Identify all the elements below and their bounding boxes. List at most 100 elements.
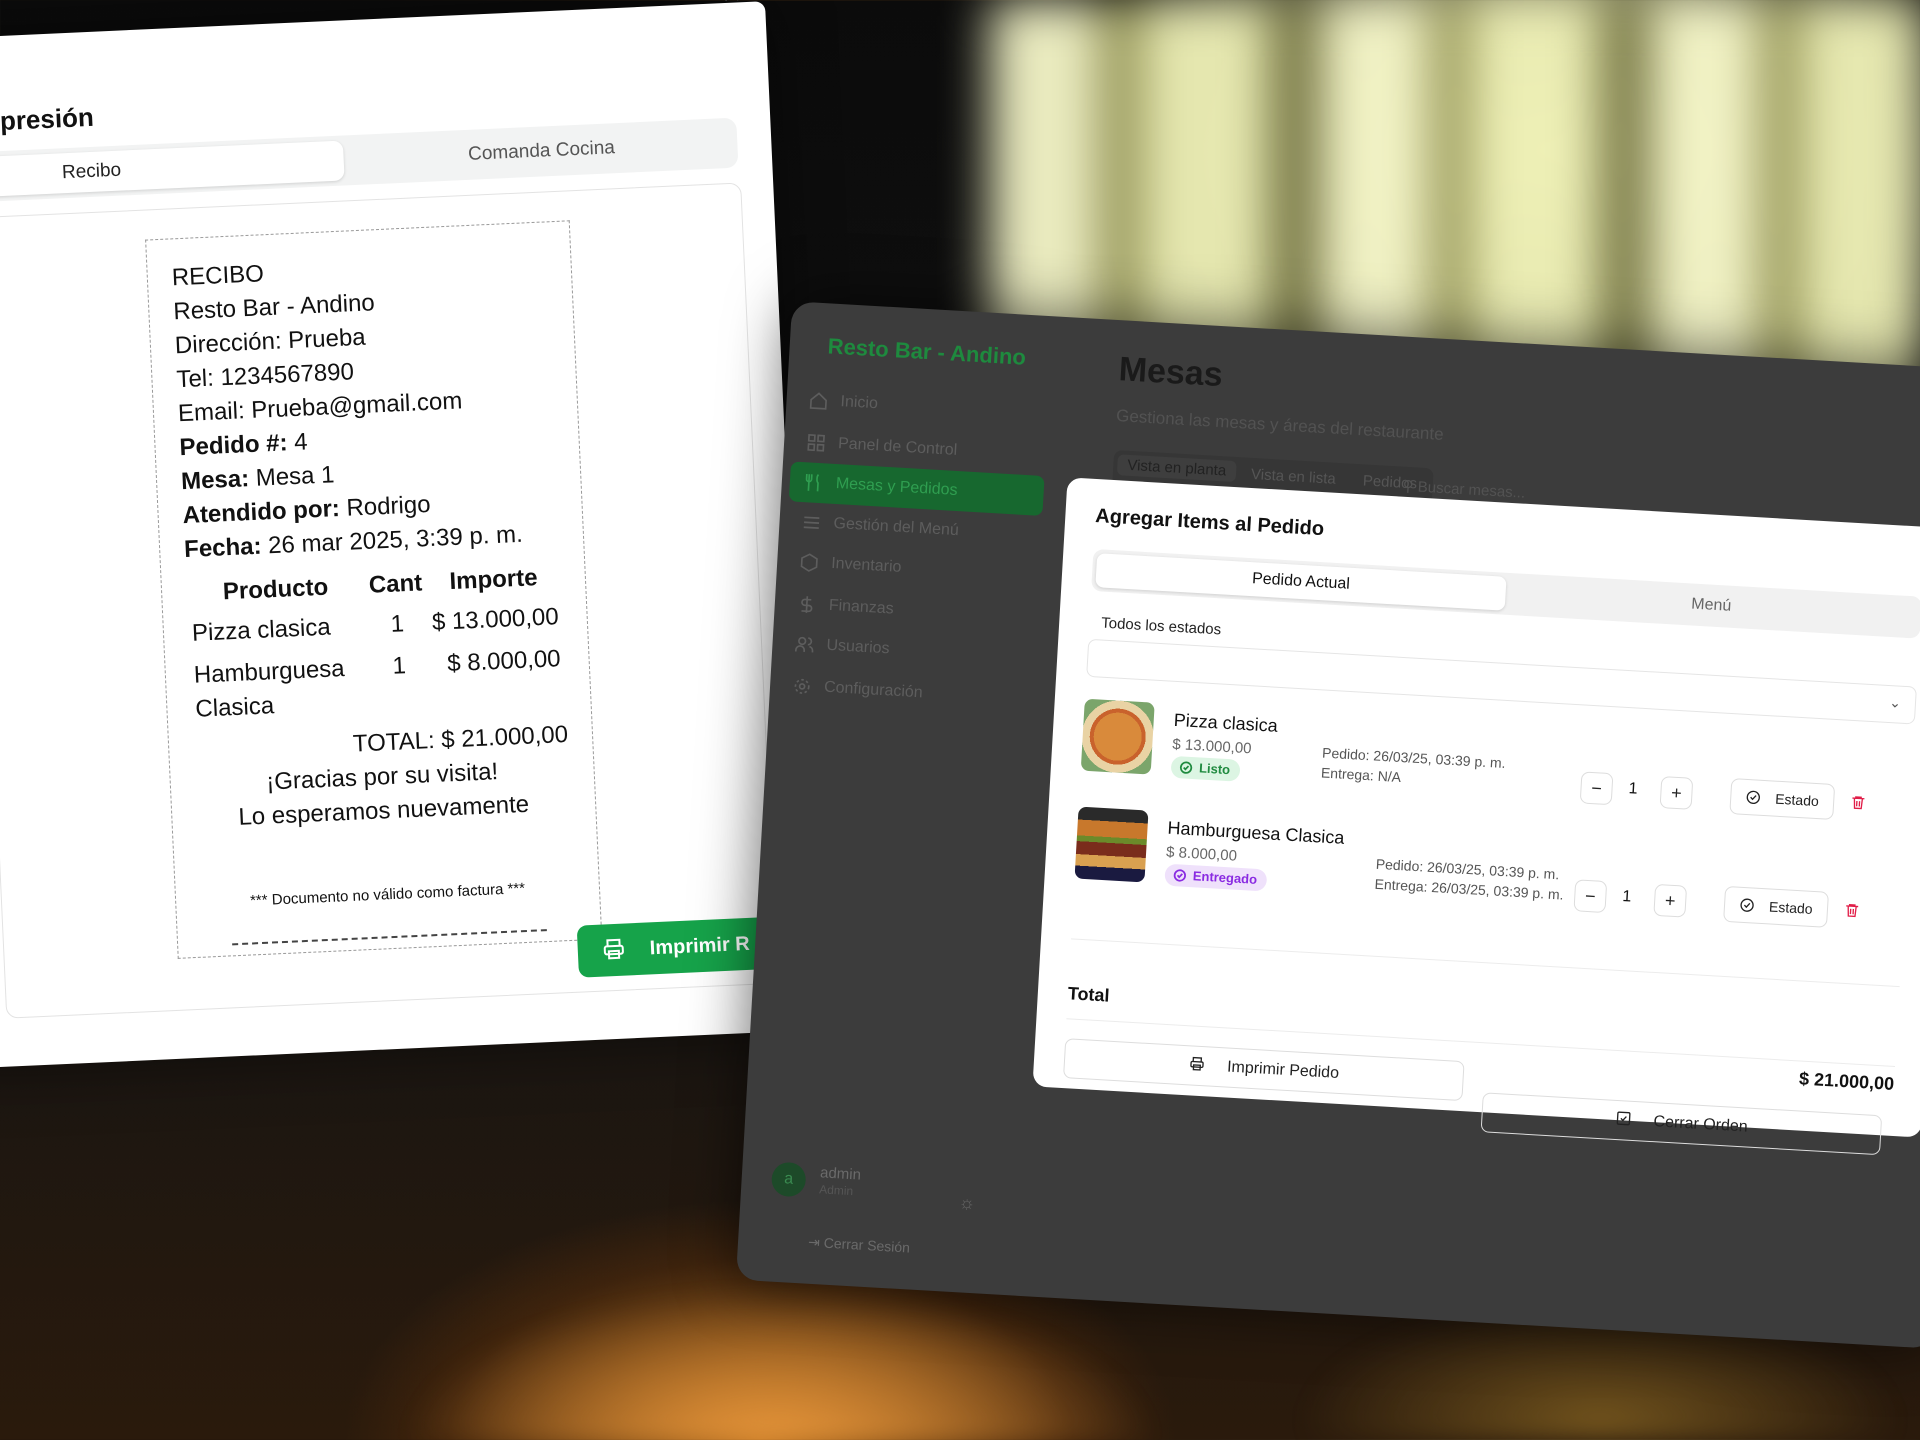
printer-icon xyxy=(1190,1056,1204,1071)
item-name: Hamburguesa Clasica xyxy=(1167,817,1345,848)
sidebar: Resto Bar - Andino Inicio Panel de Contr… xyxy=(736,301,1062,1295)
page-title: Mesas xyxy=(1117,350,1224,395)
table-row: Hamburguesa Clasica 1 $ 8.000,00 xyxy=(189,638,567,731)
column-header: Importe xyxy=(448,564,539,596)
table-value: Mesa 1 xyxy=(255,461,335,492)
receipt-cut-line xyxy=(232,929,547,946)
estado-label: Estado xyxy=(1768,898,1814,917)
burger-thumbnail xyxy=(1074,806,1149,883)
search-icon: ⚲ xyxy=(1402,477,1415,496)
sidebar-item-label: Configuración xyxy=(823,678,924,702)
tab-pedido-actual[interactable]: Pedido Actual xyxy=(1095,553,1507,611)
user-profile[interactable]: a admin Admin xyxy=(770,1161,861,1198)
logout-button[interactable]: ⇥ Cerrar Sesión xyxy=(808,1234,911,1257)
users-icon xyxy=(794,636,814,653)
increment-button[interactable]: + xyxy=(1653,883,1688,918)
receipt-disclaimer: *** Documento no válido como factura *** xyxy=(249,880,526,910)
waiter-label: Atendido por: xyxy=(182,495,341,530)
sidebar-item-label: Gestión del Menú xyxy=(833,514,960,540)
check-circle-icon xyxy=(1179,761,1193,774)
sidebar-item-label: Inventario xyxy=(830,554,902,576)
trash-icon[interactable] xyxy=(1843,901,1860,920)
user-name: admin xyxy=(819,1164,862,1184)
sidebar-item-label: Finanzas xyxy=(828,596,895,618)
order-value: 4 xyxy=(293,428,309,457)
status-label: Entregado xyxy=(1192,868,1258,887)
total-label: Total xyxy=(1067,983,1111,1006)
increment-button[interactable]: + xyxy=(1659,776,1694,810)
check-circle-icon xyxy=(1746,790,1760,805)
estado-button[interactable]: Estado xyxy=(1723,885,1829,928)
print-order-label: Imprimir Pedido xyxy=(1226,1058,1340,1082)
qty-cell: 1 xyxy=(390,610,405,638)
total-value: $ 21.000,00 xyxy=(440,720,569,754)
item-dates: Pedido: 26/03/25, 03:39 p. m. Entrega: N… xyxy=(1320,742,1506,793)
tab-menu[interactable]: Menú xyxy=(1511,577,1912,634)
print-dialog: × Impresión Recibo Comanda Cocina RECIBO… xyxy=(0,0,812,1070)
print-order-button[interactable]: Imprimir Pedido xyxy=(1062,1038,1465,1102)
product-cell: Hamburguesa Clasica xyxy=(193,654,346,723)
trash-icon[interactable] xyxy=(1850,793,1867,812)
home-icon xyxy=(809,392,827,410)
close-icon[interactable]: × xyxy=(720,0,743,9)
order-label: Pedido #: xyxy=(178,429,289,462)
estado-label: Estado xyxy=(1774,790,1820,810)
amount-cell: $ 8.000,00 xyxy=(446,645,562,678)
total-label: TOTAL: xyxy=(352,726,436,758)
table-label: Mesa: xyxy=(180,465,250,496)
decrement-button[interactable]: − xyxy=(1573,879,1608,914)
sidebar-item-label: Panel de Control xyxy=(837,435,958,459)
page-subtitle: Gestiona las mesas y áreas del restauran… xyxy=(1115,406,1445,444)
qty-cell: 1 xyxy=(391,652,407,680)
logout-label: Cerrar Sesión xyxy=(823,1234,911,1256)
user-role: Admin xyxy=(818,1182,854,1199)
item-name: Pizza clasica xyxy=(1173,709,1279,736)
tab-vista-lista[interactable]: Vista en lista xyxy=(1251,466,1337,488)
logout-icon: ⇥ xyxy=(807,1233,821,1251)
dollar-icon xyxy=(801,596,813,613)
column-header: Cant xyxy=(368,569,423,599)
modal-title: Agregar Items al Pedido xyxy=(1094,505,1325,541)
sidebar-item-label: Inicio xyxy=(840,393,879,413)
quantity-value: 1 xyxy=(1628,780,1638,798)
sidebar-item-label: Usuarios xyxy=(826,636,891,658)
tab-recibo[interactable]: Recibo xyxy=(0,140,345,198)
status-badge: Entregado xyxy=(1164,863,1268,892)
item-dates: Pedido: 26/03/25, 03:39 p. m. Entrega: 2… xyxy=(1374,854,1565,905)
gear-icon xyxy=(794,678,810,694)
receipt-table-items: Producto Cant Importe Pizza clasica 1 $ … xyxy=(185,558,567,731)
close-order-label: Cerrar Orden xyxy=(1653,1113,1749,1136)
print-button-label: Imprimir R xyxy=(649,932,751,960)
add-items-modal: Agregar Items al Pedido × Pedido Actual … xyxy=(1032,477,1920,1156)
decrement-button[interactable]: − xyxy=(1579,771,1614,806)
date-label: Fecha: xyxy=(183,532,263,564)
status-label: Listo xyxy=(1198,760,1231,778)
utensils-icon xyxy=(805,473,820,492)
box-icon xyxy=(800,553,818,572)
grid-icon xyxy=(807,434,825,452)
sidebar-item-label: Mesas y Pedidos xyxy=(835,475,958,500)
app-window: Resto Bar - Andino Inicio Panel de Contr… xyxy=(735,301,1920,1349)
check-square-icon xyxy=(1616,1111,1631,1126)
item-price: $ 8.000,00 xyxy=(1165,843,1238,865)
tab-vista-planta[interactable]: Vista en planta xyxy=(1116,454,1237,483)
item-price: $ 13.000,00 xyxy=(1171,735,1252,758)
check-circle-icon xyxy=(1740,898,1754,912)
date-value: 26 mar 2025, 3:39 p. m. xyxy=(267,520,524,560)
close-order-button[interactable]: Cerrar Orden xyxy=(1480,1092,1883,1156)
tab-comanda-cocina[interactable]: Comanda Cocina xyxy=(351,123,732,180)
brand-title: Resto Bar - Andino xyxy=(827,333,1027,370)
dialog-title: Impresión xyxy=(0,101,95,138)
avatar: a xyxy=(770,1161,807,1198)
receipt-preview: RECIBO Resto Bar - Andino Dirección: Pru… xyxy=(145,220,603,959)
total-value: $ 21.000,00 xyxy=(1798,1068,1895,1094)
status-badge: Listo xyxy=(1170,755,1241,782)
estado-button[interactable]: Estado xyxy=(1729,778,1836,820)
waiter-value: Rodrigo xyxy=(345,490,432,522)
amount-cell: $ 13.000,00 xyxy=(431,603,560,636)
check-circle-icon xyxy=(1173,869,1186,882)
quantity-value: 1 xyxy=(1621,888,1632,906)
menu-icon xyxy=(803,516,820,529)
sun-icon[interactable]: ☼ xyxy=(958,1192,976,1214)
chevron-down-icon: ⌄ xyxy=(1888,694,1902,711)
